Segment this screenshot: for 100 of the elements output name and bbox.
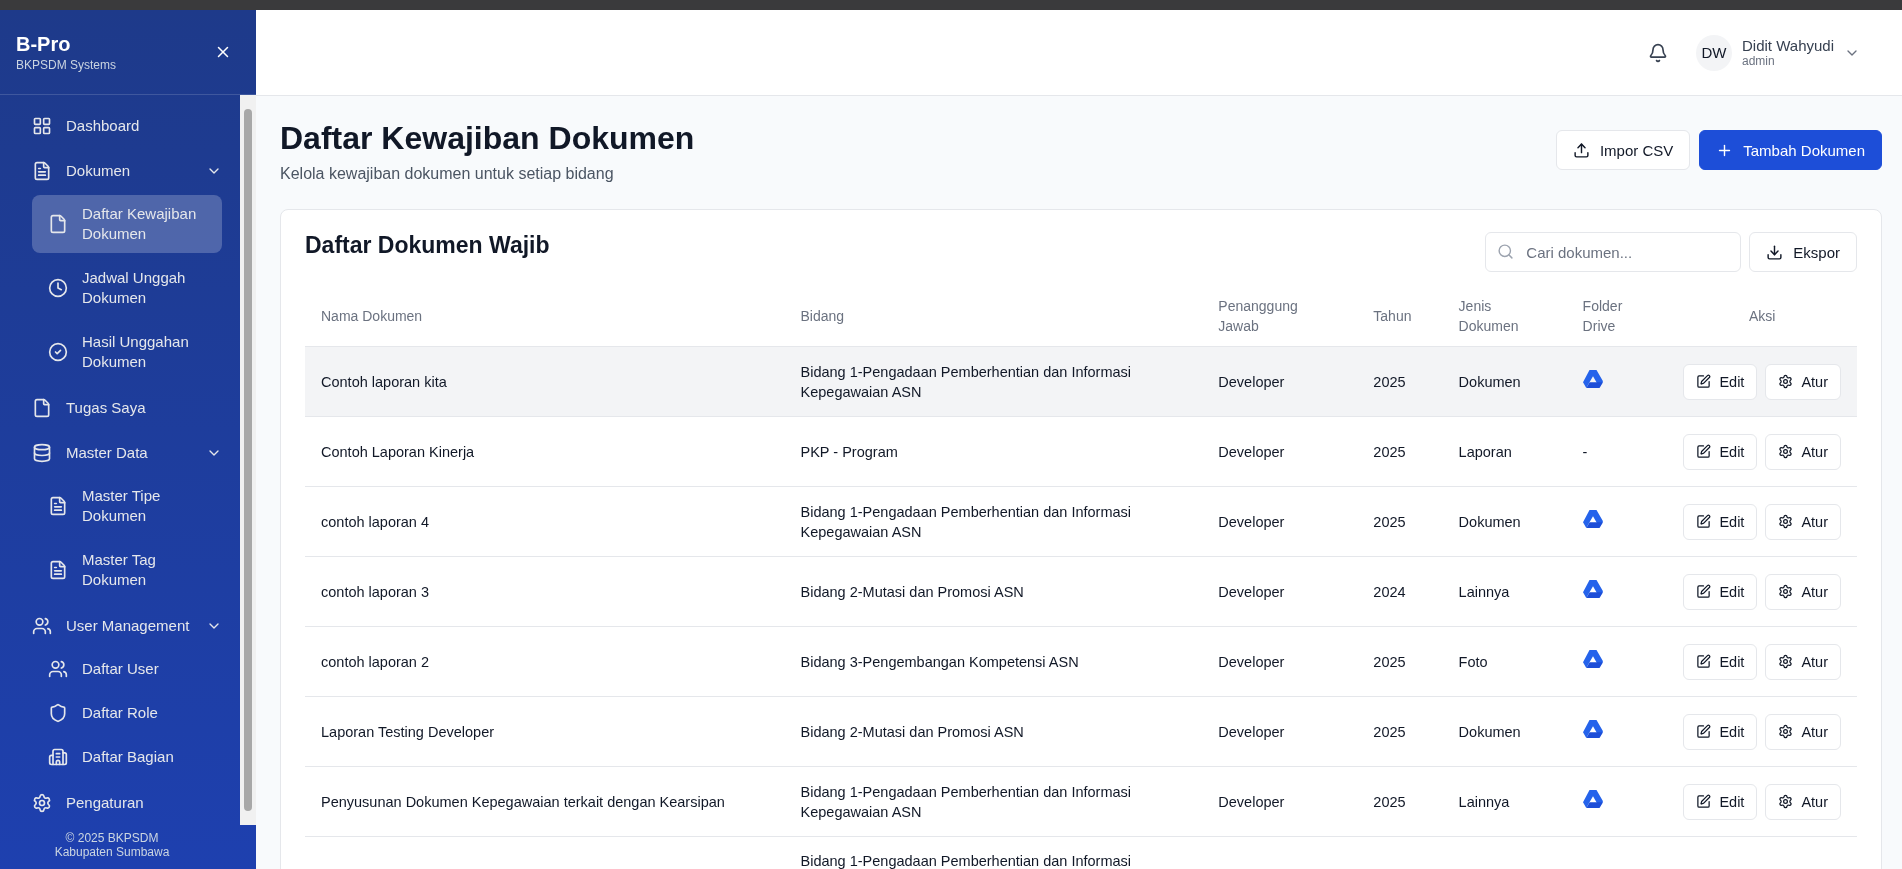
table-cell: Bidang 2-Mutasi dan Promosi ASN — [784, 696, 1203, 767]
edit-button[interactable]: Edit — [1683, 713, 1758, 750]
scrollbar-thumb[interactable] — [244, 109, 252, 811]
settings-icon — [1778, 374, 1794, 389]
edit-button[interactable]: Edit — [1683, 783, 1758, 820]
table-cell: Contoh Laporan Kinerja — [305, 416, 785, 487]
footer-text: © 2025 BKPSDM — [64, 831, 160, 845]
search-field[interactable]: Cari dokumen... — [1485, 232, 1742, 272]
sidebar-item[interactable]: Dashboard — [32, 105, 222, 147]
sidebar-group[interactable]: Master Data — [32, 432, 222, 474]
edit-icon — [1696, 794, 1712, 809]
export-button[interactable]: Ekspor — [1749, 232, 1857, 272]
users-icon — [32, 616, 52, 636]
table-cell: Developer — [1202, 696, 1358, 767]
edit-button[interactable]: Edit — [1683, 643, 1758, 680]
upload-icon — [1572, 141, 1590, 159]
avatar[interactable]: DW — [1696, 34, 1732, 71]
settings-icon — [1778, 514, 1794, 529]
column-header: Bidang — [784, 286, 1203, 347]
table-row[interactable]: contoh laporan 4 Bidang 1-Pengadaan Pemberhentian dan Informasi Kepegawaian ASN Developer 2025 Dokumen Edit Atur — [305, 486, 1857, 557]
edit-icon — [1696, 374, 1712, 389]
settings-icon — [1778, 794, 1794, 809]
bell-icon[interactable] — [1648, 42, 1668, 63]
document-icon — [48, 560, 68, 580]
table-cell: Bidang 1-Pengadaan Pemberhentian dan Informasi Kepegawaian ASN — [784, 486, 1203, 557]
table-cell: 2025 — [1357, 696, 1443, 767]
drive-icon[interactable] — [1582, 580, 1603, 598]
drive-icon[interactable] — [1582, 370, 1603, 388]
settings-icon — [1778, 444, 1794, 459]
drive-icon[interactable] — [1582, 790, 1603, 808]
page-title: Daftar Kewajiban Dokumen — [280, 120, 695, 157]
table-row[interactable]: contoh laporan 3 Bidang 2-Mutasi dan Promosi ASN Developer 2024 Lainnya Edit Atur — [305, 556, 1857, 627]
sidebar-group[interactable]: User Management — [32, 605, 222, 647]
footer-text: Kabupaten Sumbawa — [53, 845, 171, 859]
settings-button[interactable]: Atur — [1765, 363, 1841, 400]
settings-icon — [32, 793, 52, 813]
shield-icon — [48, 703, 68, 723]
table-cell: contoh laporan 3 — [305, 556, 785, 627]
sidebar-item[interactable]: Tugas Saya — [32, 387, 222, 429]
sidebar-item[interactable]: Daftar Kewajiban Dokumen — [32, 195, 222, 253]
edit-button[interactable]: Edit — [1683, 433, 1758, 470]
building-icon — [48, 747, 68, 767]
import-button[interactable]: Impor CSV — [1555, 130, 1691, 170]
table-cell: Bidang 1-Pengadaan Pemberhentian dan Informasi Kepegawaian ASN — [784, 766, 1203, 837]
table-cell: 2025 — [1357, 346, 1443, 417]
table-row[interactable]: contoh laporan 2 Bidang 3-Pengembangan Kompetensi ASN Developer 2025 Foto Edit Atur — [305, 626, 1857, 697]
table-cell: Developer — [1202, 626, 1358, 697]
sidebar-item[interactable]: Hasil Unggahan Dokumen — [32, 323, 222, 381]
table-cell: Bidang 1-Pengadaan Pemberhentian dan Informasi — [784, 836, 1203, 869]
sidebar-item[interactable]: Daftar User — [32, 650, 222, 688]
table-cell: Dokumen — [1442, 486, 1567, 557]
download-icon — [1766, 243, 1784, 261]
sidebar-item[interactable]: Daftar Bagian — [32, 738, 222, 776]
sidebar-item[interactable]: Jadwal Unggah Dokumen — [32, 259, 222, 317]
settings-icon — [1778, 724, 1794, 739]
drive-icon[interactable] — [1582, 650, 1603, 668]
edit-icon — [1696, 514, 1712, 529]
drive-icon[interactable] — [1582, 510, 1603, 528]
settings-button[interactable]: Atur — [1765, 573, 1841, 610]
table-row[interactable]: Penyusunan Dokumen Kepegawaian terkait dengan Kearsipan Bidang 1-Pengadaan Pemberhentian dan Informasi Kepegawaian ASN Developer 2025 Lainnya Edit Atur — [305, 766, 1857, 837]
sidebar-item[interactable]: Master Tag Dokumen — [32, 541, 222, 599]
column-header: Folder Drive — [1566, 286, 1668, 347]
sidebar-group[interactable]: Dokumen — [32, 150, 222, 192]
table-cell: 2024 — [1357, 556, 1443, 627]
brand-title: B-Pro — [16, 32, 72, 56]
table-cell: Contoh laporan kita — [305, 346, 785, 417]
sidebar-item[interactable]: Pengaturan — [32, 782, 222, 824]
edit-button[interactable]: Edit — [1683, 503, 1758, 540]
table-row[interactable]: Contoh Laporan Kinerja PKP - Program Developer 2025 Laporan - Edit Atur — [305, 416, 1857, 487]
settings-button[interactable]: Atur — [1765, 643, 1841, 680]
edit-button[interactable]: Edit — [1683, 363, 1758, 400]
table-cell: Bidang 3-Pengembangan Kompetensi ASN — [784, 626, 1203, 697]
brand-subtitle: BKPSDM Systems — [16, 57, 117, 72]
settings-button[interactable]: Atur — [1765, 503, 1841, 540]
table-cell: Laporan — [1442, 416, 1567, 487]
table-cell: - — [1582, 443, 1588, 460]
settings-icon — [1778, 654, 1794, 669]
table-cell: Penyusunan Dokumen Kepegawaian terkait dengan Kearsipan — [305, 766, 785, 837]
table-cell: 2025 — [1357, 626, 1443, 697]
drive-icon[interactable] — [1582, 720, 1603, 738]
sidebar-item[interactable]: Daftar Role — [32, 694, 222, 732]
document-icon — [48, 496, 68, 516]
column-header: Penanggung Jawab — [1202, 286, 1358, 347]
sidebar-item[interactable]: Master Tipe Dokumen — [32, 477, 222, 535]
settings-button[interactable]: Atur — [1765, 713, 1841, 750]
settings-button[interactable]: Atur — [1765, 783, 1841, 820]
table-cell: 2025 — [1357, 486, 1443, 557]
table-cell: contoh laporan 4 — [305, 486, 785, 557]
database-icon — [32, 443, 52, 463]
check-circle-icon — [48, 342, 68, 362]
table-cell: Developer — [1202, 766, 1358, 837]
table-cell: 2025 — [1357, 766, 1443, 837]
table-row[interactable]: Laporan Testing Developer Bidang 2-Mutasi dan Promosi ASN Developer 2025 Dokumen Edit Atur — [305, 696, 1857, 767]
table-cell: Lainnya — [1442, 766, 1567, 837]
grid-icon — [32, 116, 52, 136]
table-cell: Bidang 1-Pengadaan Pemberhentian dan Informasi Kepegawaian ASN — [784, 346, 1203, 417]
table-cell: Lainnya — [1442, 556, 1567, 627]
edit-button[interactable]: Edit — [1683, 573, 1758, 610]
settings-button[interactable]: Atur — [1765, 433, 1841, 470]
add-button[interactable]: Tambah Dokumen — [1699, 130, 1882, 170]
